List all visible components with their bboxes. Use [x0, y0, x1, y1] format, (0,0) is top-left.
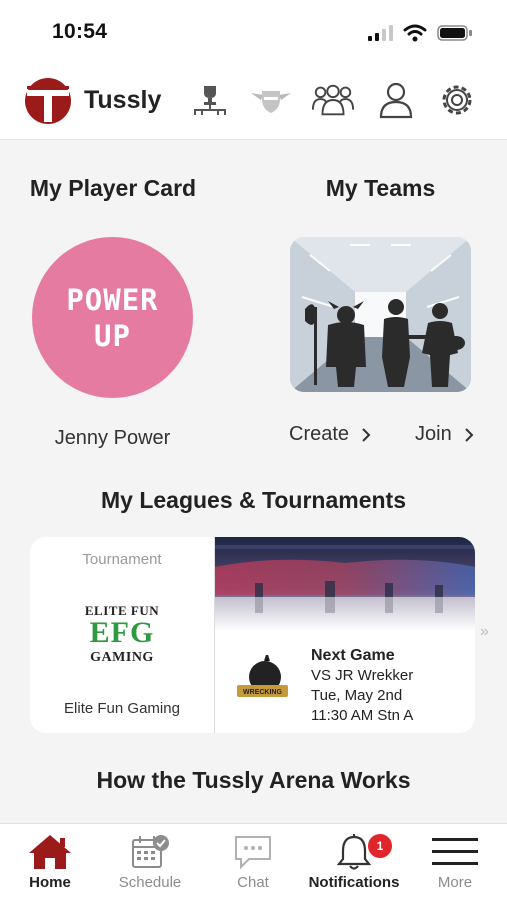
profile-icon[interactable]: [374, 78, 418, 122]
next-game-opponent: VS JR Wrekker: [311, 667, 414, 684]
tournament-bracket-icon[interactable]: [188, 78, 232, 122]
hamburger-menu-icon: [432, 832, 478, 872]
avatar-text-line1: POWER: [66, 282, 159, 317]
team-logo-text: WRECKING: [243, 689, 282, 696]
tab-more[interactable]: More: [405, 824, 505, 900]
teams-title: My Teams: [325, 175, 436, 201]
efg-logo-mark: EFG: [89, 616, 155, 649]
league-name: Elite Fun Gaming: [64, 700, 180, 717]
arena-banner-image: [215, 537, 475, 631]
team-silhouettes-image: [290, 237, 471, 392]
shield-wings-icon[interactable]: [249, 78, 293, 122]
teams-icon[interactable]: [311, 78, 355, 122]
tussly-logo-icon[interactable]: [24, 77, 72, 125]
chevron-right-icon: [362, 427, 371, 442]
chevron-right-icon: [464, 427, 474, 442]
team-image[interactable]: [290, 237, 471, 392]
app-name: Tussly: [84, 86, 162, 114]
signal-icon: [368, 25, 393, 41]
status-bar: 10:54: [0, 0, 507, 66]
settings-gear-icon[interactable]: [435, 78, 479, 122]
home-icon: [27, 832, 73, 872]
create-team-label: Create: [289, 423, 350, 445]
join-team-link[interactable]: Join: [415, 423, 474, 446]
carousel-next-indicator[interactable]: »: [480, 623, 489, 641]
next-game-time-station: 11:30 AM Stn A: [311, 707, 414, 724]
status-icons: [367, 24, 473, 42]
leagues-title: My Leagues & Tournaments: [100, 487, 407, 513]
create-team-link[interactable]: Create: [289, 423, 371, 446]
tab-home[interactable]: Home: [0, 824, 100, 900]
notification-count-badge: 1: [368, 834, 392, 858]
tab-notifications-label: Notifications: [308, 874, 400, 891]
efg-logo-bottom-text: GAMING: [90, 650, 154, 665]
player-name[interactable]: Jenny Power: [30, 427, 195, 450]
status-time: 10:54: [52, 20, 108, 43]
arena-works-title: How the Tussly Arena Works: [96, 767, 411, 793]
player-avatar[interactable]: POWER UP: [32, 237, 193, 398]
tab-schedule-label: Schedule: [118, 874, 182, 891]
tab-home-label: Home: [29, 874, 71, 891]
tab-more-label: More: [437, 874, 473, 891]
tab-chat-label: Chat: [237, 874, 269, 891]
calendar-check-icon: [127, 832, 173, 872]
tab-schedule[interactable]: Schedule: [100, 824, 200, 900]
avatar-text-line2: UP: [94, 318, 131, 353]
join-team-label: Join: [415, 423, 452, 445]
wifi-icon: [403, 24, 427, 42]
battery-icon: [437, 25, 472, 41]
tab-chat[interactable]: Chat: [203, 824, 303, 900]
league-type-label: Tournament: [82, 551, 162, 568]
bottom-tab-bar: Home Schedule Chat 1 Notifications More: [0, 823, 507, 900]
chat-bubble-icon: [230, 832, 276, 872]
next-game-date: Tue, May 2nd: [311, 687, 403, 704]
league-card[interactable]: Tournament ELITE FUN EFG GAMING Elite Fu…: [30, 537, 475, 733]
team-logo-icon: WRECKING: [237, 655, 288, 697]
player-card-title: My Player Card: [29, 175, 197, 201]
app-header: Tussly: [0, 66, 507, 140]
next-game-title: Next Game: [311, 647, 395, 664]
tab-notifications[interactable]: 1 Notifications: [304, 824, 404, 900]
